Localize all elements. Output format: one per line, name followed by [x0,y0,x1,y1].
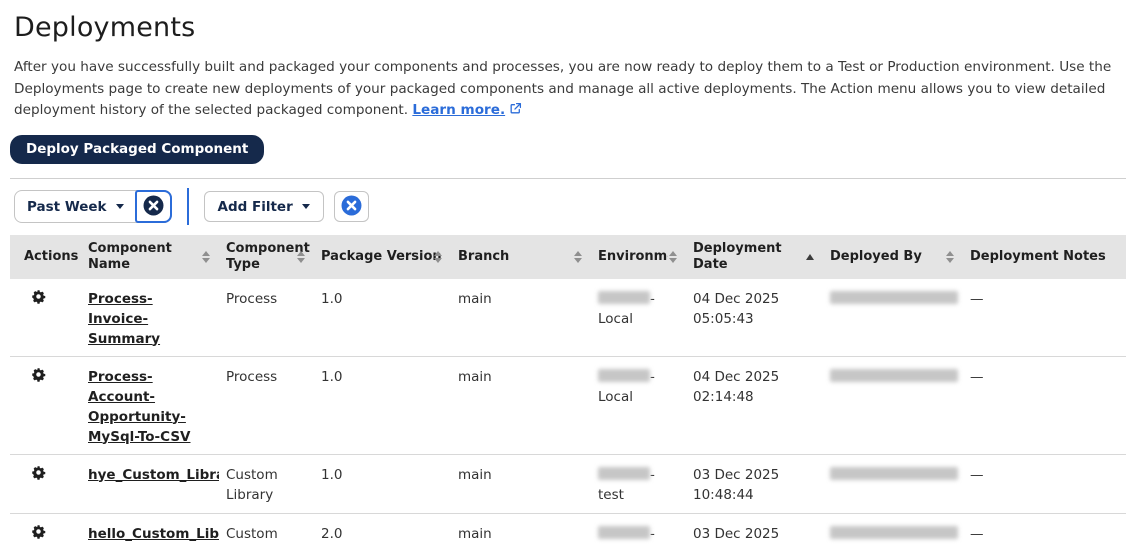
column-header-environment[interactable]: Environment [590,234,685,279]
filter-bar: Past Week Add Filter [14,188,1136,226]
package-version-cell: 1.0 [313,454,450,514]
deployment-notes-cell: — [962,454,1126,514]
filter-divider [186,188,189,225]
deployment-date-cell: 04 Dec 2025 05:05:43 [685,278,822,357]
sort-icon [297,250,305,263]
column-header-branch[interactable]: Branch [450,234,590,279]
description-text: After you have successfully built and pa… [14,59,1112,118]
table-row: hello_Custom_Library Custom Library 2.0 … [10,513,1126,546]
environment-cell: -Local [590,356,685,455]
component-name-link[interactable]: hello_Custom_Library [88,524,219,544]
add-filter-dropdown[interactable]: Add Filter [203,191,324,222]
branch-cell: main [450,454,590,514]
environment-cell: -Local [590,278,685,357]
column-header-deployed-by[interactable]: Deployed By [822,234,962,279]
redacted-environment [598,466,650,480]
deployment-notes-cell: — [962,356,1126,455]
table-row: hye_Custom_Library Custom Library 1.0 ma… [10,454,1126,514]
column-header-actions: Actions [10,234,80,279]
component-name-link[interactable]: Process-Account-Opportunity-MySql-To-CSV [88,369,191,445]
clear-circle-icon [341,195,362,219]
sort-icon [574,250,582,263]
environment-cell: -test [590,513,685,546]
section-divider [10,177,1126,179]
actions-gear-button[interactable] [31,524,46,539]
table-row: Process-Invoice-Summary Process 1.0 main… [10,278,1126,357]
deployment-date-cell: 03 Dec 2025 10:48:44 [685,454,822,514]
deployment-notes-cell: — [962,513,1126,546]
redacted-deployed-by [830,368,958,382]
branch-cell: main [450,356,590,455]
redacted-deployed-by [830,466,958,480]
external-link-icon [509,101,522,123]
clear-filters-button[interactable] [333,191,369,222]
branch-cell: main [450,278,590,357]
page-title: Deployments [14,12,196,43]
column-header-deployment-date[interactable]: Deployment Date [685,234,822,279]
component-name-link[interactable]: hye_Custom_Library [88,465,219,485]
deploy-packaged-component-button[interactable]: Deploy Packaged Component [10,134,265,164]
date-filter-dropdown[interactable]: Past Week [15,191,136,222]
clear-circle-icon [143,195,164,219]
sort-icon [946,250,954,263]
deployments-page: Deployments After you have successfully … [0,0,1136,546]
column-header-deployment-notes: Deployment Notes [962,234,1126,279]
actions-gear-button[interactable] [31,465,46,480]
chevron-down-icon [301,204,310,209]
deployment-date-cell: 04 Dec 2025 02:14:48 [685,356,822,455]
redacted-deployed-by [830,525,958,539]
component-type-cell: Process [218,278,313,357]
table-row: Process-Account-Opportunity-MySql-To-CSV… [10,356,1126,455]
deployed-by-cell [822,278,962,357]
redacted-environment [598,525,650,539]
component-type-cell: Custom Library [218,454,313,514]
gear-icon [31,289,46,307]
sort-icon [434,250,442,263]
actions-gear-button[interactable] [31,367,46,382]
gear-icon [31,524,46,542]
deployment-notes-cell: — [962,278,1126,357]
environment-cell: -test [590,454,685,514]
gear-icon [31,367,46,385]
redacted-deployed-by [830,290,958,304]
deployments-table: Actions Component Name Component Type Pa… [10,234,1126,546]
column-header-component-name[interactable]: Component Name [80,234,218,279]
sort-ascending-icon [806,253,814,260]
redacted-environment [598,290,650,304]
redacted-environment [598,368,650,382]
page-description: After you have successfully built and pa… [14,57,1122,123]
component-type-cell: Process [218,356,313,455]
date-filter-label: Past Week [27,198,107,215]
date-filter-clear-button[interactable] [134,190,172,223]
table-header-row: Actions Component Name Component Type Pa… [10,234,1126,279]
package-version-cell: 1.0 [313,278,450,357]
package-version-cell: 1.0 [313,356,450,455]
actions-gear-button[interactable] [31,289,46,304]
learn-more-link[interactable]: Learn more. [412,102,505,118]
deployment-date-cell: 03 Dec 202510:21:42 [685,513,822,546]
component-type-cell: Custom Library [218,513,313,546]
add-filter-label: Add Filter [217,198,293,215]
package-version-cell: 2.0 [313,513,450,546]
date-filter-group: Past Week [14,190,172,223]
branch-cell: main [450,513,590,546]
component-name-link[interactable]: Process-Invoice-Summary [88,291,160,347]
chevron-down-icon [115,204,124,209]
deployed-by-cell [822,454,962,514]
gear-icon [31,465,46,483]
sort-icon [202,250,210,263]
sort-icon [669,250,677,263]
deployed-by-cell [822,356,962,455]
column-header-component-type[interactable]: Component Type [218,234,313,279]
column-header-package-version[interactable]: Package Version [313,234,450,279]
deployed-by-cell [822,513,962,546]
